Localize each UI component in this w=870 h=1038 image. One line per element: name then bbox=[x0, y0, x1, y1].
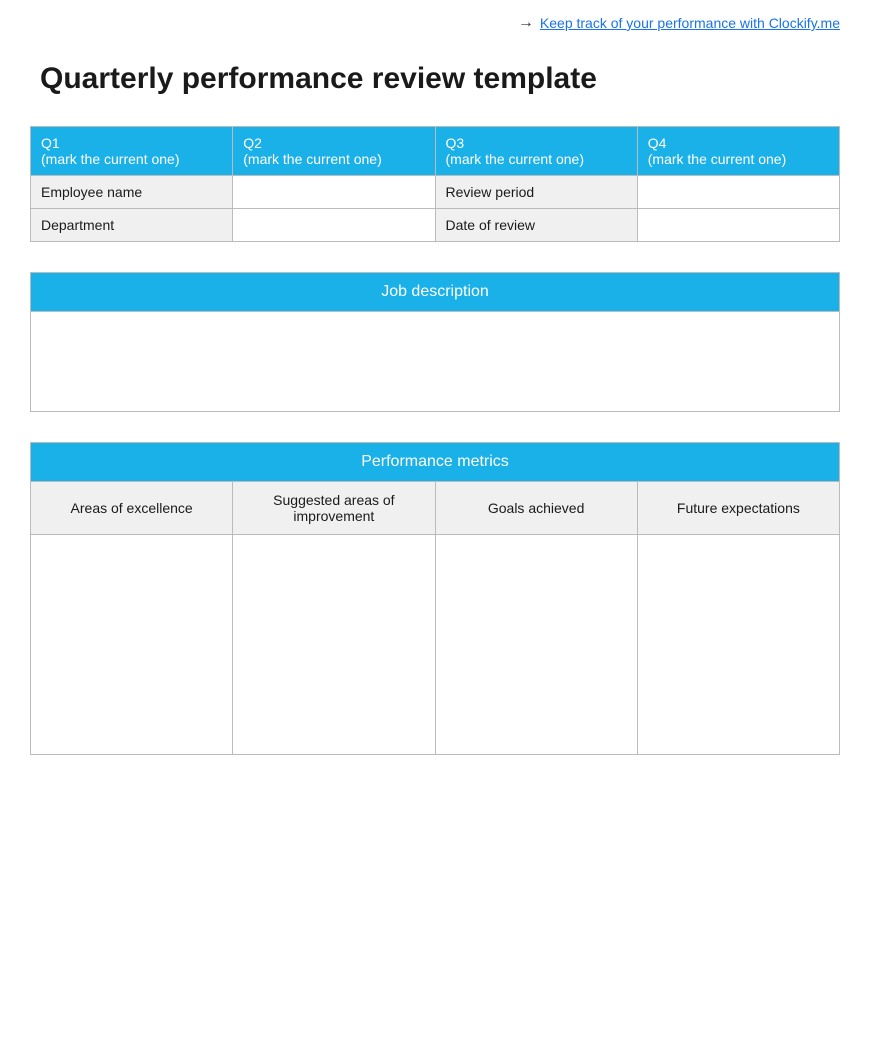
perf-header: Performance metrics bbox=[31, 443, 840, 482]
page-title: Quarterly performance review template bbox=[40, 62, 830, 96]
date-of-review-label: Date of review bbox=[435, 209, 637, 242]
clockify-link[interactable]: Keep track of your performance with Cloc… bbox=[540, 15, 840, 31]
job-desc-content[interactable] bbox=[31, 312, 840, 412]
areas-excellence-value[interactable] bbox=[31, 535, 233, 755]
top-bar: → Keep track of your performance with Cl… bbox=[20, 0, 850, 42]
col-suggested-areas: Suggested areas of improvement bbox=[233, 482, 435, 535]
job-desc-body-row bbox=[31, 312, 840, 412]
col-future-expectations: Future expectations bbox=[637, 482, 839, 535]
arrow-icon: → bbox=[518, 14, 534, 32]
info-row-1: Employee name Review period bbox=[31, 176, 840, 209]
job-description-section: Job description bbox=[30, 272, 840, 412]
col-areas-excellence: Areas of excellence bbox=[31, 482, 233, 535]
job-desc-table: Job description bbox=[30, 272, 840, 412]
job-desc-header-row: Job description bbox=[31, 273, 840, 312]
performance-metrics-section: Performance metrics Areas of excellence … bbox=[30, 442, 840, 755]
job-desc-header: Job description bbox=[31, 273, 840, 312]
perf-data-row bbox=[31, 535, 840, 755]
date-of-review-value[interactable] bbox=[637, 209, 839, 242]
suggested-areas-value[interactable] bbox=[233, 535, 435, 755]
q1-header: Q1(mark the current one) bbox=[31, 127, 233, 176]
q4-header: Q4(mark the current one) bbox=[637, 127, 839, 176]
quarter-section: Q1(mark the current one) Q2(mark the cur… bbox=[30, 126, 840, 242]
department-value[interactable] bbox=[233, 209, 435, 242]
employee-name-value[interactable] bbox=[233, 176, 435, 209]
employee-name-label: Employee name bbox=[31, 176, 233, 209]
perf-header-row: Performance metrics bbox=[31, 443, 840, 482]
future-expectations-value[interactable] bbox=[637, 535, 839, 755]
performance-table: Performance metrics Areas of excellence … bbox=[30, 442, 840, 755]
department-label: Department bbox=[31, 209, 233, 242]
review-period-value[interactable] bbox=[637, 176, 839, 209]
info-row-2: Department Date of review bbox=[31, 209, 840, 242]
q2-header: Q2(mark the current one) bbox=[233, 127, 435, 176]
review-period-label: Review period bbox=[435, 176, 637, 209]
quarter-table: Q1(mark the current one) Q2(mark the cur… bbox=[30, 126, 840, 242]
quarter-header-row: Q1(mark the current one) Q2(mark the cur… bbox=[31, 127, 840, 176]
q3-header: Q3(mark the current one) bbox=[435, 127, 637, 176]
col-goals-achieved: Goals achieved bbox=[435, 482, 637, 535]
perf-subheader-row: Areas of excellence Suggested areas of i… bbox=[31, 482, 840, 535]
goals-achieved-value[interactable] bbox=[435, 535, 637, 755]
